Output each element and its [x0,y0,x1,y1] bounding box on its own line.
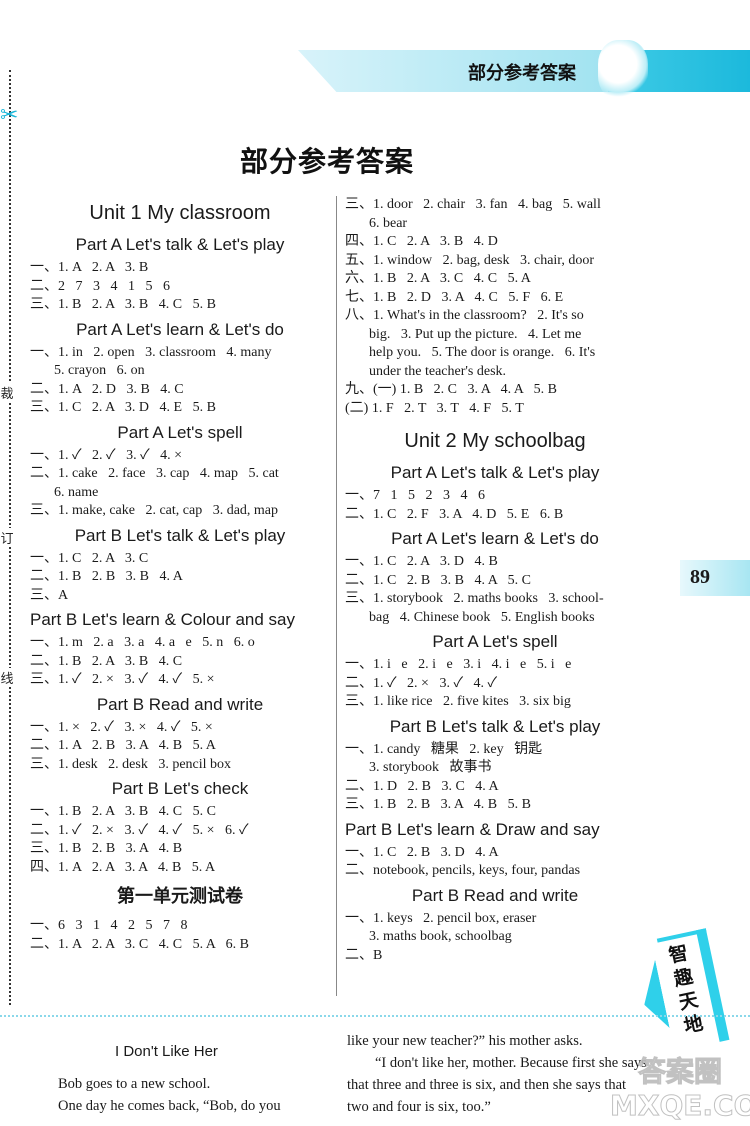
answer-line: 一、6 3 1 4 2 5 7 8 [30,918,188,933]
answer-line: 三、1. B 2. B 3. A 4. B [30,841,183,856]
answer-line: (二) 1. F 2. T 3. T 4. F 5. T [345,400,524,416]
answer-line: 三、1. door 2. chair 3. fan 4. bag 5. wall [345,197,601,212]
page-number: 89 [690,566,710,588]
watermark: 答案圈 MXQE.COM [610,1055,750,1123]
answer-line: 二、1. ✓ 2. × 3. ✓ 4. ✓ [345,675,498,691]
fun-corner-tag: 智趣天地 [639,928,730,1051]
answer-line: 二、1. B 2. A 3. B 4. C [30,653,183,669]
answer-line: bag 4. Chinese book 5. English books [369,609,595,625]
answer-line: 3. storybook 故事书 [369,760,492,775]
story-separator [0,1015,750,1017]
answer-line: 三、A [30,587,69,603]
answer-line: 一、1. in 2. open 3. classroom 4. many [30,344,272,360]
answer-line: 三、1. B 2. B 3. A 4. B 5. B [345,797,531,812]
left-column: Unit 1 My classroom Part A Let's talk & … [30,196,330,954]
answer-line: 三、1. C 2. A 3. D 4. E 5. B [30,400,216,415]
section-title: Part B Read and write [411,885,579,905]
answer-line: 6. bear [369,215,408,231]
story-left-text: Bob goes to a new school. One day he com… [58,1073,328,1117]
answer-line: 八、1. What's in the classroom? 2. It's so [345,308,584,323]
section-title: Part A Let's learn & Let's do [391,529,599,548]
story-paragraph: like your new teacher?” his mother asks. [347,1033,583,1049]
page-number-tab: 89 [680,560,750,596]
answer-line: 一、1. C 2. A 3. D 4. B [345,554,498,569]
answer-line: 二、2 7 3 4 1 5 6 [30,278,170,294]
answer-line: 二、1. cake 2. face 3. cap 4. map 5. cat [30,466,279,481]
banner-title: 部分参考答案 [468,63,576,84]
answer-line: 二、notebook, pencils, keys, four, pandas [345,863,581,878]
page-title: 部分参考答案 [240,145,415,178]
answer-line: 二、1. C 2. B 3. B 4. A 5. C [345,572,531,588]
unit-title: Unit 2 My schoolbag [404,430,586,452]
answer-line: 三、1. desk 2. desk 3. pencil box [30,756,232,772]
section-title: Part B Let's talk & Let's play [389,716,601,736]
answer-line: 三、1. storybook 2. maths books 3. school- [345,591,604,606]
section-title: Part B Let's check [111,779,249,798]
answer-line: 一、1. C 2. A 3. C [30,550,149,566]
column-divider [336,196,337,996]
section-title: Part B Let's learn & Draw and say [345,819,600,839]
answer-line: 三、1. B 2. A 3. B 4. C 5. B [30,297,216,312]
answer-line: 三、1. make, cake 2. cat, cap 3. dad, map [30,503,279,518]
answer-line: 一、1. A 2. A 3. B [30,260,149,275]
answer-line: 二、1. A 2. A 3. C 4. C 5. A 6. B [30,936,249,952]
answer-line: 七、1. B 2. D 3. A 4. C 5. F 6. E [345,289,564,305]
margin-mark: 裁 [0,383,14,402]
answer-line: help you. 5. The door is orange. 6. It's [369,345,596,360]
answer-line: 四、1. A 2. A 3. A 4. B 5. A [30,859,216,875]
answer-line: big. 3. Put up the picture. 4. Let me [369,326,582,342]
test-title: 第一单元测试卷 [117,886,243,907]
right-column: 三、1. door 2. chair 3. fan 4. bag 5. wall… [345,196,645,965]
answer-line: 二、1. ✓ 2. × 3. ✓ 4. ✓ 5. × 6. ✓ [30,822,249,838]
answer-line: 二、1. D 2. B 3. C 4. A [345,778,499,794]
answer-line: 一、1. candy 糖果 2. key 钥匙 [345,741,543,757]
story-right-text: like your new teacher?” his mother asks.… [347,1030,647,1118]
answer-line: 5. crayon 6. on [54,363,145,378]
answer-line: 三、1. like rice 2. five kites 3. six big [345,694,571,709]
answer-line: 一、1. keys 2. pencil box, eraser [345,910,537,926]
answer-line: 3. maths book, schoolbag [369,929,512,944]
answer-line: 三、1. ✓ 2. × 3. ✓ 4. ✓ 5. × [30,672,215,687]
answer-line: 二、1. B 2. B 3. B 4. A [30,569,183,584]
answer-line: 二、1. A 2. D 3. B 4. C [30,381,184,397]
answer-line: 五、1. window 2. bag, desk 3. chair, door [345,252,595,268]
unit-title: Unit 1 My classroom [89,202,271,224]
section-title: Part A Let's spell [432,632,558,651]
answer-line: 九、(一) 1. B 2. C 3. A 4. A 5. B [345,382,557,397]
answer-line: 四、1. C 2. A 3. B 4. D [345,234,498,249]
section-title: Part A Let's spell [117,422,243,442]
answer-line: 二、1. A 2. B 3. A 4. B 5. A [30,738,216,753]
answer-line: 一、1. B 2. A 3. B 4. C 5. C [30,804,216,819]
section-title: Part B Let's learn & Colour and say [30,610,295,629]
answer-line: 二、B [345,947,383,963]
header-banner: 部分参考答案 [298,40,750,100]
answer-line: 二、1. C 2. F 3. A 4. D 5. E 6. B [345,506,564,522]
section-title: Part B Read and write [96,694,264,714]
section-title: Part A Let's talk & Let's play [390,463,600,482]
story-paragraph: “I don't like her, mother. Because first… [347,1055,647,1115]
margin-mark: 线 [0,668,14,687]
answer-line: 一、1. m 2. a 3. a 4. a e 5. n 6. o [30,635,255,650]
section-title: Part A Let's talk & Let's play [75,235,285,254]
answer-line: 6. name [54,484,99,500]
story-paragraph: One day he comes back, “Bob, do you [58,1098,281,1114]
answer-line: 一、1. i e 2. i e 3. i 4. i e 5. i e [345,657,572,672]
dice-decoration-icon [598,40,648,100]
margin-mark: 订 [0,528,14,547]
story-paragraph: Bob goes to a new school. [58,1076,211,1092]
answer-line: 一、7 1 5 2 3 4 6 [345,488,485,503]
answer-line: 六、1. B 2. A 3. C 4. C 5. A [345,271,531,286]
section-title: Part A Let's learn & Let's do [76,319,284,339]
section-title: Part B Let's talk & Let's play [74,525,286,545]
story-title: I Don't Like Her [115,1043,218,1060]
answer-line: 一、1. ✓ 2. ✓ 3. ✓ 4. × [30,447,183,463]
answer-line: 一、1. × 2. ✓ 3. × 4. ✓ 5. × [30,719,213,735]
answer-line: under the teacher's desk. [369,363,507,379]
scissors-icon: ✂ [0,102,19,127]
answer-line: 一、1. C 2. B 3. D 4. A [345,844,499,860]
